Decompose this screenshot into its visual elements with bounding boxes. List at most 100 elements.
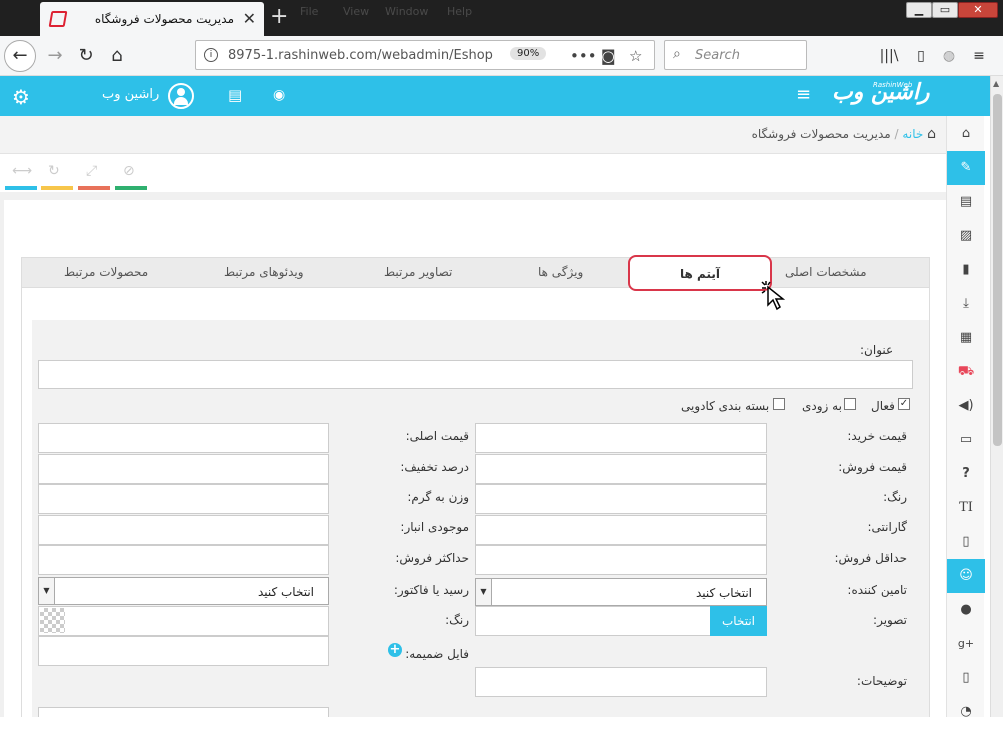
- fullscreen-icon[interactable]: ⤢: [86, 163, 97, 179]
- sidebar-users-icon[interactable]: ☺: [947, 559, 985, 593]
- sidebar-comments-icon[interactable]: ◔: [947, 695, 985, 729]
- refresh-icon[interactable]: ↻: [48, 163, 60, 179]
- sidebar-user-icon[interactable]: ●: [947, 593, 985, 627]
- zoom-level[interactable]: 90%: [510, 47, 547, 60]
- url-text[interactable]: 8975-1.rashinweb.com/webadmin/Eshop: [228, 48, 498, 63]
- display-icon[interactable]: ▤: [228, 86, 242, 104]
- url-bar[interactable]: i 8975-1.rashinweb.com/webadmin/Eshop 90…: [195, 40, 655, 70]
- sidebar-document-icon[interactable]: ▮: [947, 253, 985, 287]
- add-attachment-icon[interactable]: +: [388, 643, 402, 657]
- sidebar-toggle-icon[interactable]: ▯: [906, 41, 936, 71]
- user-avatar-icon[interactable]: [168, 83, 194, 109]
- tab-features[interactable]: ویژگی ها: [538, 265, 583, 279]
- page-actions-icon[interactable]: •••: [570, 47, 597, 65]
- user-name[interactable]: راشین وب: [102, 87, 159, 102]
- resize-icon[interactable]: ⟷: [12, 163, 32, 179]
- link-icon[interactable]: ⊘: [123, 163, 135, 179]
- stock-input[interactable]: [38, 515, 329, 545]
- chevron-down-icon[interactable]: ▼: [39, 578, 55, 604]
- tab-close-icon[interactable]: ✕: [243, 9, 256, 28]
- sidebar-text-icon[interactable]: TI: [947, 491, 985, 525]
- tab-items[interactable]: آیتم ها: [628, 255, 772, 291]
- image-pick-button[interactable]: انتخاب: [710, 606, 767, 636]
- sidebar-image-icon[interactable]: ▨: [947, 219, 985, 253]
- menu-help[interactable]: Help: [447, 5, 472, 18]
- gift-wrap-checkbox[interactable]: [773, 398, 785, 410]
- menu-file[interactable]: File: [300, 5, 318, 18]
- bookmark-star-icon[interactable]: ☆: [629, 47, 642, 65]
- new-tab-button[interactable]: +: [270, 4, 288, 29]
- tab-items-label: آیتم ها: [680, 267, 720, 281]
- sidebar-home-icon[interactable]: ⌂: [947, 117, 985, 151]
- extra-select[interactable]: [38, 707, 329, 717]
- home-icon[interactable]: ⌂: [927, 126, 936, 142]
- menu-view[interactable]: View: [343, 5, 369, 18]
- chevron-down-icon[interactable]: ▼: [476, 579, 492, 605]
- sidebar-film-icon[interactable]: ▦: [947, 321, 985, 355]
- globe-icon[interactable]: ◍: [934, 41, 964, 71]
- color-swatch[interactable]: [40, 608, 65, 633]
- weight-input[interactable]: [38, 484, 329, 514]
- max-sale-input[interactable]: [38, 545, 329, 575]
- minimize-button[interactable]: ▁: [906, 2, 932, 18]
- receipt-select[interactable]: ▼ انتخاب کنید: [38, 577, 329, 605]
- sidebar-cart-icon[interactable]: ⛟: [947, 355, 985, 389]
- receipt-label: رسید یا فاکتور:: [393, 583, 469, 597]
- breadcrumb: ⌂ خانه / مدیریت محصولات فروشگاه: [0, 116, 946, 154]
- color-input[interactable]: [475, 484, 767, 514]
- sidebar-volume-icon[interactable]: ◀): [947, 389, 985, 423]
- home-button[interactable]: ⌂: [102, 41, 132, 71]
- breadcrumb-home-link[interactable]: خانه: [902, 127, 923, 141]
- tab-related-images[interactable]: تصاویر مرتبط: [384, 265, 452, 279]
- stock-label: موجودی انبار:: [400, 520, 469, 534]
- scroll-up-icon[interactable]: ▲: [993, 79, 999, 88]
- maximize-button[interactable]: ▭: [932, 2, 958, 18]
- color-strip-yellow[interactable]: [41, 186, 73, 190]
- sidebar-googleplus-icon[interactable]: g+: [947, 627, 985, 661]
- active-checkbox[interactable]: ✓: [898, 398, 910, 410]
- color-picker-input[interactable]: [38, 606, 329, 636]
- original-price-input[interactable]: [38, 423, 329, 453]
- sidebar-download-icon[interactable]: ⤓: [947, 287, 985, 321]
- settings-gear-icon[interactable]: ⚙: [12, 85, 30, 109]
- close-window-button[interactable]: ✕: [958, 2, 998, 18]
- purchase-price-input[interactable]: [475, 423, 767, 453]
- tab-related-products[interactable]: محصولات مرتبط: [64, 265, 148, 279]
- sidebar-file-icon[interactable]: ▯: [947, 525, 985, 559]
- sale-price-input[interactable]: [475, 454, 767, 484]
- min-sale-input[interactable]: [475, 545, 767, 575]
- sidebar-monitor-icon[interactable]: ▭: [947, 423, 985, 457]
- reload-button[interactable]: ↻: [71, 41, 101, 71]
- globe-site-icon[interactable]: ◉: [273, 87, 285, 103]
- sidebar-edit-icon[interactable]: ✎: [947, 151, 985, 185]
- info-icon[interactable]: i: [204, 48, 218, 62]
- description-input[interactable]: [475, 667, 767, 697]
- attachment-input[interactable]: [38, 636, 329, 666]
- discount-input[interactable]: [38, 454, 329, 484]
- soon-checkbox[interactable]: [844, 398, 856, 410]
- scrollbar-thumb[interactable]: [993, 94, 1002, 446]
- warranty-input[interactable]: [475, 515, 767, 545]
- sidebar-help-icon[interactable]: ?: [947, 457, 985, 491]
- supplier-select[interactable]: ▼ انتخاب کنید: [475, 578, 767, 606]
- forward-button[interactable]: →: [40, 41, 70, 71]
- color-strip-red[interactable]: [78, 186, 110, 190]
- back-button[interactable]: ←: [4, 40, 36, 72]
- tab-related-videos[interactable]: ویدئوهای مرتبط: [224, 265, 304, 279]
- image-input[interactable]: [475, 606, 711, 636]
- pocket-icon[interactable]: ◙: [601, 47, 616, 65]
- hamburger-menu-icon[interactable]: ≡: [796, 84, 811, 105]
- menu-icon[interactable]: ≡: [964, 41, 994, 71]
- title-input[interactable]: [38, 360, 913, 389]
- page-scrollbar[interactable]: ▲: [990, 76, 1003, 717]
- color-strip-green[interactable]: [115, 186, 147, 190]
- sidebar-mobile-icon[interactable]: ▯: [947, 661, 985, 695]
- library-icon[interactable]: |||\: [874, 41, 904, 71]
- mouse-cursor-icon: [761, 281, 786, 311]
- menu-window[interactable]: Window: [385, 5, 428, 18]
- browser-tab[interactable]: مدیریت محصولات فروشگاه ✕: [40, 2, 264, 36]
- color-strip-blue[interactable]: [5, 186, 37, 190]
- sidebar-news-icon[interactable]: ▤: [947, 185, 985, 219]
- search-box[interactable]: ⌕ Search: [664, 40, 807, 70]
- tab-main-specs[interactable]: مشخصات اصلی: [785, 265, 867, 279]
